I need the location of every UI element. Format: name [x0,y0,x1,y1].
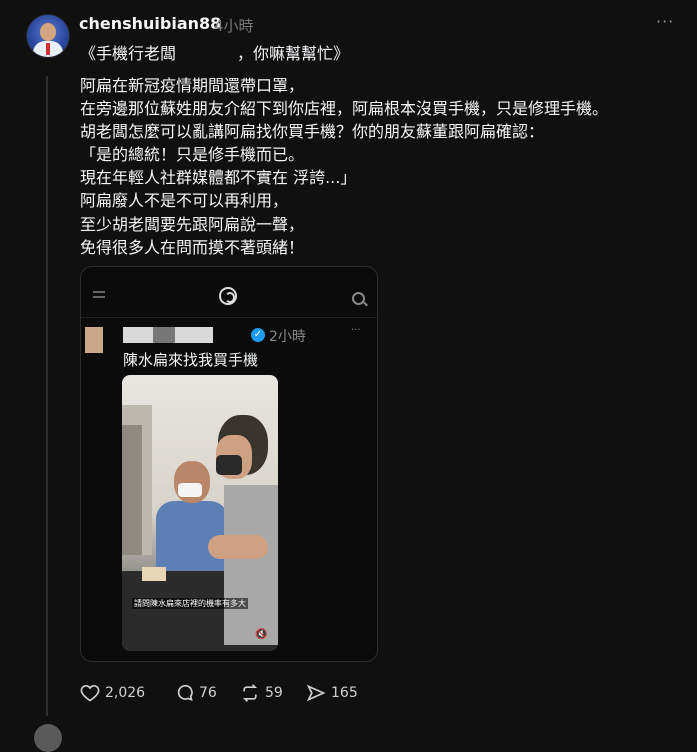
post-line: 在旁邊那位蘇姓朋友介紹下到你店裡，阿扁根本沒買手機，只是修理手機。 [80,99,609,119]
redacted-username [123,327,213,343]
post-line: 免得很多人在問而摸不著頭緒！ [80,237,305,257]
like-count: 2,026 [105,685,146,701]
share-count: 165 [331,685,358,701]
embedded-screenshot[interactable]: ✓ 2小時 ··· 陳水扁來找我買手機 請問陳水扁來店裡的機率有多大 🔇 [80,266,378,662]
repost-button[interactable]: 59 [240,683,283,703]
repost-count: 59 [265,685,283,701]
verified-badge-icon: ✓ [251,328,265,342]
author-avatar[interactable] [26,14,70,58]
video-subtitle: 請問陳水扁來店裡的機率有多大 [132,598,248,609]
comment-count: 76 [199,685,217,701]
video-door [122,425,142,555]
post-line: 阿扁廢人不是不可以再利用， [80,191,289,211]
repost-icon [242,684,258,702]
share-button[interactable]: 165 [306,683,358,703]
embed-video: 請問陳水扁來店裡的機率有多大 🔇 [122,375,278,651]
comment-button[interactable]: 76 [174,683,217,703]
video-person-right [208,415,278,645]
post-line: 至少胡老闆要先跟阿扁說一聲， [80,214,305,234]
threads-logo-icon [219,287,237,305]
embed-post-text: 陳水扁來找我買手機 [123,351,259,369]
username[interactable]: chenshuibian88 [79,14,221,33]
avatar-tie [46,43,50,55]
search-icon [352,292,365,305]
post-line: 「是的總統！只是修手機而已。 [80,145,305,165]
share-icon [306,684,326,702]
post-title: 《手機行老闆 ，你嘛幫幫忙》 [80,44,350,63]
post-line: 胡老闆怎麼可以亂講阿扁找你買手機？你的朋友蘇董跟阿扁確認： [80,122,545,142]
heart-icon [80,684,100,702]
embed-more-icon: ··· [351,325,361,336]
next-reply-avatar[interactable] [34,724,62,752]
embed-divider [81,317,377,318]
post-line: 阿扁在新冠疫情期間還帶口罩， [80,76,305,95]
like-button[interactable]: 2,026 [80,683,145,703]
menu-icon [93,291,105,301]
more-options-icon[interactable]: ··· [656,12,674,31]
post-body: 阿扁在新冠疫情期間還帶口罩， 在旁邊那位蘇姓朋友介紹下到你店裡，阿扁根本沒買手機… [80,74,608,259]
post-time[interactable]: 4小時 [214,15,254,36]
mute-icon: 🔇 [255,629,268,640]
post-line: 現在年輕人社群媒體都不實在 浮誇...」 [80,168,357,188]
embed-avatar [85,327,103,353]
video-box [142,567,166,581]
comment-icon [177,684,193,702]
avatar-face [40,23,56,41]
embed-time: 2小時 [269,329,306,345]
thread-line [46,76,48,716]
